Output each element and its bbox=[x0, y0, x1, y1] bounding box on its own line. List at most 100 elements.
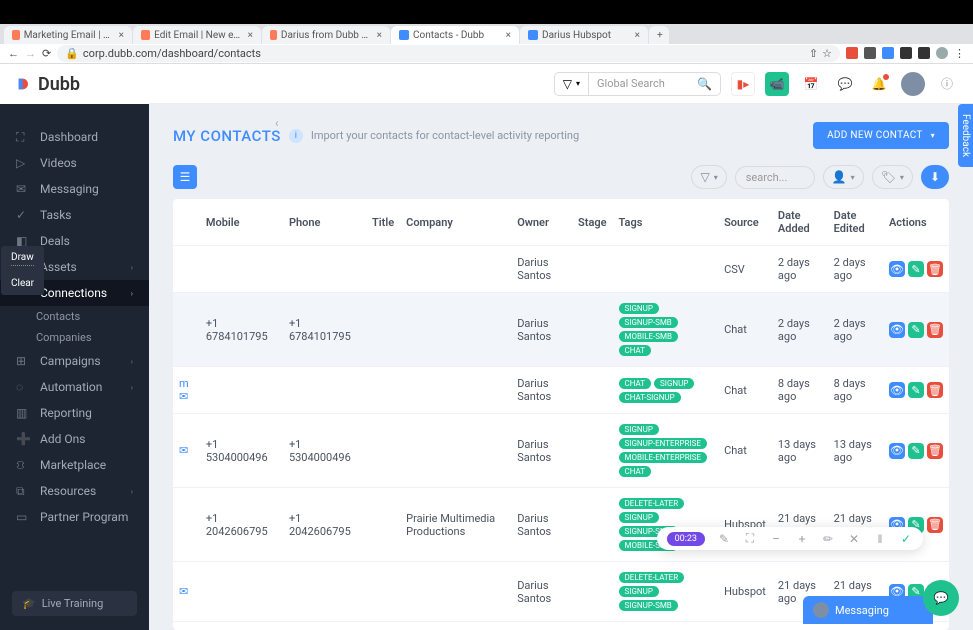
live-training-button[interactable]: 🎓 Live Training bbox=[12, 591, 137, 616]
filter-button[interactable]: ▽ ▾ bbox=[691, 165, 726, 189]
chat-button[interactable]: 💬 bbox=[833, 72, 857, 96]
close-icon[interactable]: × bbox=[635, 30, 640, 41]
pencil-icon[interactable]: ✏ bbox=[821, 532, 835, 546]
sidebar-item-reporting[interactable]: ▥Reporting bbox=[0, 400, 149, 426]
tag-pill[interactable]: SIGNUP bbox=[619, 303, 659, 314]
sidebar-item-resources[interactable]: ⧉Resources› bbox=[0, 478, 149, 504]
delete-button[interactable]: 🗑 bbox=[927, 382, 943, 398]
table-row[interactable]: Darius Santos CSV 2 days ago 2 days ago … bbox=[173, 246, 949, 293]
columns-button[interactable]: ☰ bbox=[173, 165, 197, 189]
feedback-tab[interactable]: Feedback bbox=[958, 104, 973, 167]
browser-tab[interactable]: Contacts - Dubb× bbox=[391, 26, 519, 44]
column-header[interactable]: Actions bbox=[883, 199, 949, 246]
tag-pill[interactable]: MOBILE-SMB bbox=[619, 331, 678, 342]
sidebar-item-marketplace[interactable]: ⛻Marketplace bbox=[0, 452, 149, 478]
collapse-sidebar-icon[interactable]: ‹ bbox=[275, 116, 279, 130]
edit-button[interactable]: ✎ bbox=[908, 322, 924, 338]
url-input[interactable]: 🔒 corp.dubb.com/dashboard/contacts ⇧ ☆ bbox=[57, 45, 840, 62]
close-icon[interactable]: ✕ bbox=[847, 532, 861, 546]
user-avatar[interactable] bbox=[901, 72, 925, 96]
view-button[interactable]: 👁 bbox=[889, 443, 905, 459]
tag-pill[interactable]: SIGNUP-SMB bbox=[619, 317, 678, 328]
column-header[interactable]: Date Added bbox=[772, 199, 828, 246]
sidebar-sub-contacts[interactable]: Contacts bbox=[0, 306, 149, 327]
recording-toolbar[interactable]: 00:23 ✎ ⛶ – + ✏ ✕ ‖ ✓ bbox=[657, 527, 923, 550]
pause-icon[interactable]: ‖ bbox=[873, 532, 887, 546]
sidebar-item-videos[interactable]: ▷Videos bbox=[0, 150, 149, 176]
column-header[interactable]: Owner bbox=[511, 199, 572, 246]
owner-filter-button[interactable]: 👤 ▾ bbox=[823, 165, 864, 189]
column-header[interactable]: Date Edited bbox=[828, 199, 883, 246]
new-tab-button[interactable]: + bbox=[649, 26, 669, 44]
calendar-button[interactable]: 📅 bbox=[799, 72, 823, 96]
bookmark-icon[interactable]: ☆ bbox=[822, 47, 832, 60]
sidebar-sub-companies[interactable]: Companies bbox=[0, 327, 149, 348]
delete-button[interactable]: 🗑 bbox=[927, 443, 943, 459]
intercom-launcher[interactable]: 💬 bbox=[923, 580, 959, 616]
download-button[interactable]: ⬇ bbox=[921, 165, 949, 189]
puzzle-icon[interactable] bbox=[900, 47, 912, 59]
sidebar-item-automation[interactable]: ◌Automation› bbox=[0, 374, 149, 400]
draw-tool-icon[interactable]: ✎ bbox=[717, 532, 731, 546]
view-button[interactable]: 👁 bbox=[889, 261, 905, 277]
close-icon[interactable]: × bbox=[377, 30, 382, 41]
view-button[interactable]: 👁 bbox=[889, 322, 905, 338]
view-button[interactable]: 👁 bbox=[889, 382, 905, 398]
ext-icon-1[interactable] bbox=[846, 47, 858, 59]
record-video-button[interactable]: ▮▸ bbox=[731, 72, 755, 96]
tag-pill[interactable]: SIGNUP bbox=[619, 586, 659, 597]
edit-button[interactable]: ✎ bbox=[908, 261, 924, 277]
tag-pill[interactable]: SIGNUP-SMB bbox=[619, 600, 678, 611]
tag-pill[interactable]: CHAT bbox=[619, 378, 651, 389]
back-icon[interactable]: ← bbox=[8, 47, 19, 60]
column-header[interactable] bbox=[173, 199, 200, 246]
search-icon[interactable]: 🔍 bbox=[689, 77, 720, 91]
info-icon[interactable]: i bbox=[289, 129, 303, 143]
delete-button[interactable]: 🗑 bbox=[927, 517, 943, 533]
tag-pill[interactable]: CHAT bbox=[619, 345, 651, 356]
table-search-input[interactable]: search... bbox=[735, 166, 815, 189]
add-new-contact-button[interactable]: ADD NEW CONTACT ▾ bbox=[813, 122, 949, 149]
column-header[interactable]: Title bbox=[366, 199, 400, 246]
plus-icon[interactable]: + bbox=[795, 532, 809, 546]
search-filter-dropdown[interactable]: ▽ ▾ bbox=[555, 73, 589, 95]
share-icon[interactable]: ⇧ bbox=[809, 47, 818, 60]
close-icon[interactable]: × bbox=[248, 30, 253, 41]
sidebar-item-dashboard[interactable]: ⛶Dashboard bbox=[0, 124, 149, 150]
quick-video-button[interactable]: 📹 bbox=[765, 72, 789, 96]
draw-option[interactable]: Draw bbox=[11, 252, 34, 266]
logo[interactable]: Dubb bbox=[0, 64, 149, 104]
column-header[interactable]: Source bbox=[718, 199, 772, 246]
column-header[interactable]: Tags bbox=[613, 199, 719, 246]
sidebar-item-campaigns[interactable]: ⊞Campaigns› bbox=[0, 348, 149, 374]
edit-button[interactable]: ✎ bbox=[908, 443, 924, 459]
profile-avatar-icon[interactable] bbox=[936, 47, 948, 59]
table-row[interactable]: ✉ +1 5304000496 +1 5304000496 Darius San… bbox=[173, 414, 949, 488]
column-header[interactable]: Mobile bbox=[200, 199, 283, 246]
expand-icon[interactable]: ⛶ bbox=[743, 531, 757, 546]
table-row[interactable]: +1 2042606795 +1 2042606795 Prairie Mult… bbox=[173, 488, 949, 562]
draw-panel[interactable]: Draw Clear bbox=[1, 246, 44, 295]
browser-tab[interactable]: Marketing Email | HubSpot× bbox=[4, 26, 132, 44]
tag-pill[interactable]: SIGNUP-ENTERPRISE bbox=[619, 438, 707, 449]
column-header[interactable]: Company bbox=[400, 199, 511, 246]
delete-button[interactable]: 🗑 bbox=[927, 322, 943, 338]
column-header[interactable]: Phone bbox=[283, 199, 366, 246]
close-icon[interactable]: × bbox=[506, 30, 511, 41]
tag-pill[interactable]: DELETE-LATER bbox=[619, 572, 685, 583]
table-row[interactable]: +1 6784101795 +1 6784101795 Darius Santo… bbox=[173, 293, 949, 367]
sidebar-item-add-ons[interactable]: ➕Add Ons bbox=[0, 426, 149, 452]
tag-pill[interactable]: MOBILE-ENTERPRISE bbox=[619, 452, 708, 463]
sidebar-item-messaging[interactable]: ✉Messaging bbox=[0, 176, 149, 202]
update-icon[interactable] bbox=[918, 47, 930, 59]
check-icon[interactable]: ✓ bbox=[899, 532, 913, 546]
tag-pill[interactable]: DELETE-LATER bbox=[619, 498, 685, 509]
tag-pill[interactable]: CHAT bbox=[619, 466, 651, 477]
messaging-widget[interactable]: Messaging bbox=[803, 596, 933, 624]
tag-filter-button[interactable]: 🏷 ▾ bbox=[872, 165, 913, 189]
minus-icon[interactable]: – bbox=[769, 532, 783, 546]
column-header[interactable]: Stage bbox=[572, 199, 613, 246]
browser-tab[interactable]: Edit Email | New email× bbox=[133, 26, 261, 44]
close-icon[interactable]: × bbox=[119, 30, 124, 41]
tag-pill[interactable]: CHAT-SIGNUP bbox=[619, 392, 681, 403]
